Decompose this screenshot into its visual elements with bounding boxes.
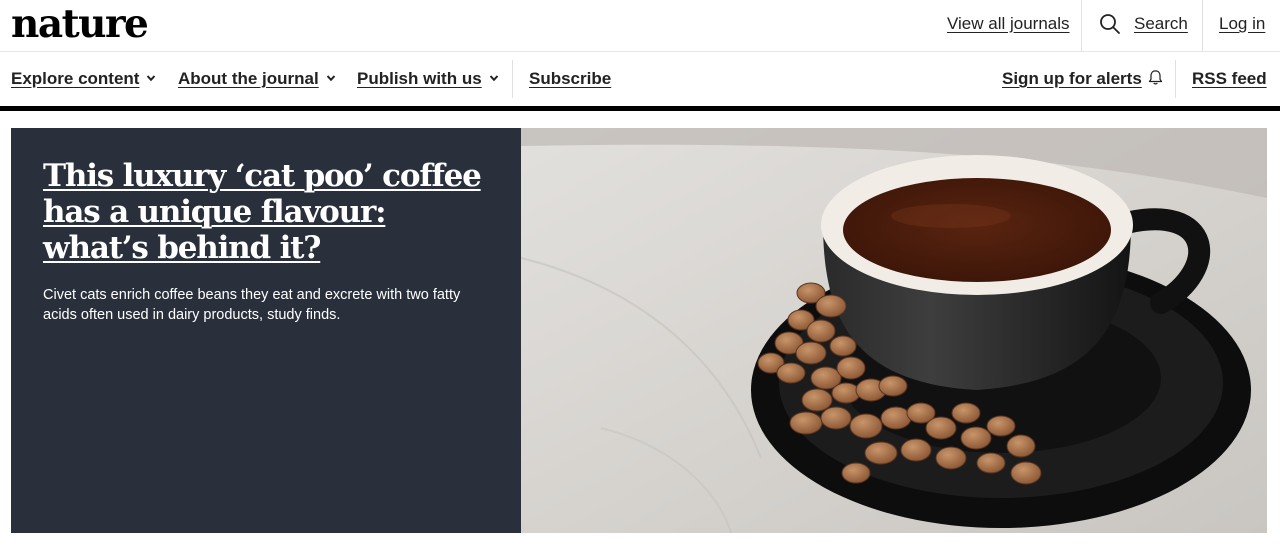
hero-standfirst: Civet cats enrich coffee beans they eat … xyxy=(43,287,461,323)
nature-logo[interactable]: nature xyxy=(11,2,149,46)
login-link[interactable]: Log in xyxy=(1219,0,1265,51)
search-icon[interactable] xyxy=(1099,13,1121,35)
hero-article-title[interactable]: This luxury ‘cat poo’ coffee has a uniqu… xyxy=(43,158,483,266)
search-link[interactable]: Search xyxy=(1134,0,1188,51)
nav-item-explore-content[interactable]: Explore content xyxy=(11,52,156,106)
top-header: nature View all journals Search Log in xyxy=(0,0,1280,52)
header-divider xyxy=(1081,0,1082,51)
nav-item-label: Explore content xyxy=(11,69,140,88)
hero-image[interactable] xyxy=(521,128,1267,533)
header-divider xyxy=(1202,0,1203,51)
chevron-down-icon xyxy=(147,75,156,82)
sign-up-for-alerts-link[interactable]: Sign up for alerts xyxy=(1002,52,1164,106)
rss-feed-label: RSS feed xyxy=(1192,69,1267,88)
rss-feed-link[interactable]: RSS feed xyxy=(1192,52,1267,106)
nav-divider xyxy=(512,60,513,98)
view-all-journals-link[interactable]: View all journals xyxy=(947,0,1070,51)
nav-item-subscribe[interactable]: Subscribe xyxy=(529,52,611,106)
chevron-down-icon xyxy=(326,75,335,82)
chevron-down-icon xyxy=(489,75,498,82)
bell-icon xyxy=(1148,70,1162,85)
nav-item-about-the-journal[interactable]: About the journal xyxy=(178,52,336,106)
main-nav: Explore content About the journal Publis… xyxy=(0,52,1280,106)
nav-item-label: About the journal xyxy=(178,69,319,88)
nav-rule xyxy=(0,106,1280,111)
nav-item-label: Publish with us xyxy=(357,69,482,88)
nav-divider xyxy=(1175,60,1176,98)
nav-item-publish-with-us[interactable]: Publish with us xyxy=(357,52,499,106)
coffee-cup-photo xyxy=(521,128,1267,533)
hero-text-panel: This luxury ‘cat poo’ coffee has a uniqu… xyxy=(11,128,521,533)
hero-article: This luxury ‘cat poo’ coffee has a uniqu… xyxy=(11,128,1267,533)
alerts-label: Sign up for alerts xyxy=(1002,69,1142,88)
nav-item-label: Subscribe xyxy=(529,69,612,88)
